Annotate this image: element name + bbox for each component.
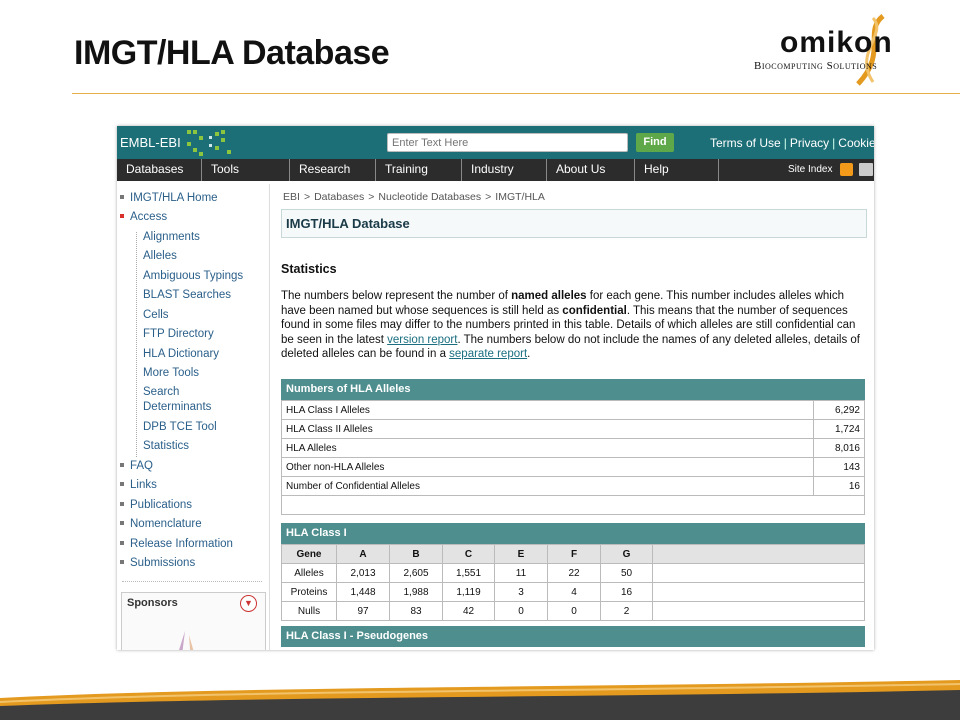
sidebar-item-submissions[interactable]: Submissions	[120, 557, 195, 569]
sidebar-sub-ftp-directory[interactable]: FTP Directory	[143, 328, 214, 340]
search-input[interactable]	[387, 133, 628, 152]
bullet-icon	[120, 559, 124, 564]
class1-table: Gene A B C E F G Alleles 2,013 2,605 1,5…	[281, 544, 865, 621]
table-row: Alleles 2,013 2,605 1,551 11 22 50	[281, 563, 865, 583]
collapse-chevron-icon[interactable]: ▼	[240, 595, 257, 612]
top-links: Terms of Use | Privacy | Cookie	[710, 136, 874, 150]
sidebar-sub-ambiguous-typings[interactable]: Ambiguous Typings	[143, 270, 243, 282]
sidebar-item-links[interactable]: Links	[120, 479, 157, 491]
table-row: Other non-HLA Alleles 143	[281, 457, 865, 477]
sponsors-title: Sponsors	[127, 597, 178, 609]
sidebar-sub-determinants[interactable]: Determinants	[143, 401, 211, 413]
print-icon[interactable]	[859, 163, 873, 176]
bullet-icon	[120, 540, 124, 545]
ebi-nav-bar: Databases Tools Research Training Indust…	[117, 159, 874, 181]
sidebar-item-access[interactable]: Access	[120, 211, 167, 223]
table-row: Nulls 97 83 42 0 0 2	[281, 601, 865, 621]
logo-wordmark: omikon	[780, 26, 893, 59]
ebi-logo-dots-icon	[187, 130, 231, 156]
logo-subtitle: Biocomputing Solutions	[754, 60, 878, 72]
sidebar-sub-alleles[interactable]: Alleles	[143, 250, 177, 262]
terms-of-use-link[interactable]: Terms of Use	[710, 136, 781, 150]
breadcrumb: EBI > Databases > Nucleotide Databases > IMGT/…	[283, 191, 545, 203]
bullet-icon	[120, 462, 124, 467]
numbers-table: HLA Class I Alleles 6,292 HLA Class II Al…	[281, 400, 865, 515]
table-row: Proteins 1,448 1,988 1,119 3 4 16	[281, 582, 865, 602]
numbers-table-title: Numbers of HLA Alleles	[281, 379, 865, 400]
sidebar-item-faq[interactable]: FAQ	[120, 460, 153, 472]
sidebar-tree-line	[136, 232, 138, 457]
table-header-row: Gene A B C E F G	[281, 544, 865, 564]
bullet-icon	[120, 520, 124, 525]
sidebar-sub-blast-searches[interactable]: BLAST Searches	[143, 289, 231, 301]
ebi-top-bar: EMBL-EBI Find Terms of Use|Privacy|Cooki…	[117, 126, 874, 159]
nav-help[interactable]: Help	[635, 159, 719, 181]
sidebar-sub-search[interactable]: Search	[143, 386, 179, 398]
database-title-box: IMGT/HLA Database	[281, 209, 867, 238]
nav-about-us[interactable]: About Us	[547, 159, 635, 181]
separate-report-link[interactable]: separate report	[449, 348, 527, 360]
sidebar-sub-dpb-tce-tool[interactable]: DPB TCE Tool	[143, 421, 217, 433]
statistics-description: The numbers below represent the number o…	[281, 290, 860, 361]
ebi-brand[interactable]: EMBL-EBI	[120, 135, 181, 150]
pseudogenes-table-title: HLA Class I - Pseudogenes	[281, 626, 865, 647]
table-row: HLA Class I Alleles 6,292	[281, 400, 865, 420]
nav-training[interactable]: Training	[376, 159, 462, 181]
sidebar-item-release-information[interactable]: Release Information	[120, 538, 233, 550]
bullet-active-icon	[120, 213, 124, 218]
sidebar-item-home[interactable]: IMGT/HLA Home	[120, 192, 218, 204]
cookie-link[interactable]: Cookie	[838, 136, 874, 150]
sidebar-item-publications[interactable]: Publications	[120, 499, 192, 511]
privacy-link[interactable]: Privacy	[790, 136, 829, 150]
rss-icon[interactable]	[840, 163, 853, 176]
nav-tools[interactable]: Tools	[202, 159, 290, 181]
sidebar-sub-more-tools[interactable]: More Tools	[143, 367, 199, 379]
browser-screenshot: EMBL-EBI Find Terms of Use|Privacy|Cooki…	[117, 126, 874, 650]
nav-databases[interactable]: Databases	[117, 159, 202, 181]
bottom-wave-decoration	[0, 680, 960, 720]
bullet-icon	[120, 501, 124, 506]
sponsor-logo-icon	[179, 631, 194, 650]
class1-table-title: HLA Class I	[281, 523, 865, 544]
table-row: HLA Alleles 8,016	[281, 438, 865, 458]
nav-research[interactable]: Research	[290, 159, 376, 181]
table-row: HLA Class II Alleles 1,724	[281, 419, 865, 439]
table-row-empty	[281, 495, 865, 515]
sidebar-divider	[122, 581, 262, 583]
breadcrumb-ebi[interactable]: EBI	[283, 191, 300, 203]
table-row: Number of Confidential Alleles 16	[281, 476, 865, 496]
find-button[interactable]: Find	[636, 133, 674, 152]
sidebar-sub-hla-dictionary[interactable]: HLA Dictionary	[143, 348, 219, 360]
breadcrumb-nucleotide-databases[interactable]: Nucleotide Databases	[378, 191, 481, 203]
nav-industry[interactable]: Industry	[462, 159, 547, 181]
bullet-icon	[120, 194, 124, 199]
breadcrumb-imgt-hla: IMGT/HLA	[495, 191, 545, 203]
sidebar-item-nomenclature[interactable]: Nomenclature	[120, 518, 202, 530]
site-index-link[interactable]: Site Index	[788, 164, 832, 175]
slide-title: IMGT/HLA Database	[74, 34, 390, 72]
sidebar-sub-statistics[interactable]: Statistics	[143, 440, 189, 452]
sidebar-sub-cells[interactable]: Cells	[143, 309, 169, 321]
statistics-heading: Statistics	[281, 262, 337, 276]
sidebar-sub-alignments[interactable]: Alignments	[143, 231, 200, 243]
page-title: IMGT/HLA Database	[286, 216, 410, 231]
omikon-logo: omikon Biocomputing Solutions	[748, 12, 953, 87]
breadcrumb-databases[interactable]: Databases	[314, 191, 364, 203]
version-report-link[interactable]: version report	[387, 334, 457, 346]
header-rule	[72, 93, 960, 94]
sidebar-separator	[269, 184, 270, 650]
sponsors-panel: Sponsors ▼	[121, 592, 266, 650]
bullet-icon	[120, 481, 124, 486]
